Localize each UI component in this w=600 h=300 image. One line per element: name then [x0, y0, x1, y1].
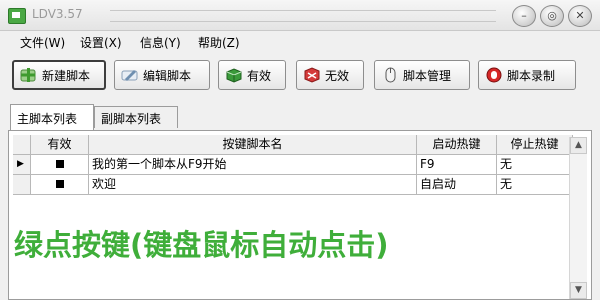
- new-script-label: 新建脚本: [42, 68, 91, 83]
- new-script-icon: [20, 67, 38, 83]
- edit-script-label: 编辑脚本: [143, 68, 192, 83]
- enabled-cell[interactable]: [31, 155, 89, 175]
- menu-help[interactable]: 帮助(Z): [198, 34, 240, 51]
- menu-settings[interactable]: 设置(X): [80, 34, 122, 51]
- menu-bar: 文件(W) 设置(X) 信息(Y) 帮助(Z): [0, 31, 600, 52]
- script-name-cell[interactable]: 我的第一个脚本从F9开始: [89, 155, 417, 175]
- menu-file[interactable]: 文件(W): [20, 34, 65, 51]
- col-start-hotkey-header[interactable]: 启动热键: [417, 135, 497, 155]
- start-hotkey-cell[interactable]: F9: [417, 155, 497, 175]
- script-record-label: 脚本录制: [507, 68, 556, 83]
- title-bar-grip: [110, 10, 496, 22]
- script-manage-button[interactable]: 脚本管理: [374, 60, 470, 90]
- mouse-icon: [381, 67, 399, 83]
- edit-script-button[interactable]: 编辑脚本: [114, 60, 210, 90]
- disable-icon: [303, 67, 321, 83]
- stop-hotkey-cell[interactable]: 无: [497, 155, 573, 175]
- window-title: LDV3.57: [32, 7, 83, 21]
- script-manage-label: 脚本管理: [403, 68, 452, 83]
- toolbar: 新建脚本 编辑脚本 有效 无效 脚本管理 脚本录制: [0, 52, 600, 104]
- tab-sub-scripts[interactable]: 副脚本列表: [94, 106, 178, 128]
- vertical-scrollbar[interactable]: ▲ ▼: [569, 137, 587, 299]
- row-indicator-header: [13, 135, 31, 155]
- enable-label: 有效: [247, 68, 272, 83]
- table-row[interactable]: 欢迎 自启动无: [13, 175, 573, 195]
- enabled-cell[interactable]: [31, 175, 89, 195]
- close-button[interactable]: ✕: [568, 5, 592, 27]
- menu-info[interactable]: 信息(Y): [140, 34, 181, 51]
- enable-icon: [225, 67, 243, 83]
- scroll-down-icon[interactable]: ▼: [570, 282, 587, 299]
- start-hotkey-cell[interactable]: 自启动: [417, 175, 497, 195]
- enabled-marker-icon: [55, 180, 64, 188]
- new-script-button[interactable]: 新建脚本: [12, 60, 106, 90]
- enabled-marker-icon: [55, 160, 64, 168]
- row-indicator[interactable]: [13, 175, 31, 195]
- table-header: 有效 按键脚本名 启动热键 停止热键: [13, 135, 573, 155]
- enable-button[interactable]: 有效: [218, 60, 286, 90]
- col-stop-hotkey-header[interactable]: 停止热键: [497, 135, 573, 155]
- table-row[interactable]: ▶ 我的第一个脚本从F9开始 F9 无: [13, 155, 573, 175]
- minimize-button[interactable]: –: [512, 5, 536, 27]
- stop-hotkey-cell[interactable]: 无: [497, 175, 573, 195]
- scroll-up-icon[interactable]: ▲: [570, 137, 587, 154]
- app-icon: [8, 8, 26, 24]
- restore-button[interactable]: ◎: [540, 5, 564, 27]
- disable-button[interactable]: 无效: [296, 60, 364, 90]
- disable-label: 无效: [325, 68, 350, 83]
- title-bar[interactable]: LDV3.57 – ◎ ✕: [0, 0, 600, 31]
- col-name-header[interactable]: 按键脚本名: [89, 135, 417, 155]
- row-indicator[interactable]: ▶: [13, 155, 31, 175]
- script-record-button[interactable]: 脚本录制: [478, 60, 576, 90]
- record-icon: [485, 67, 503, 83]
- edit-script-icon: [121, 67, 139, 83]
- script-list-panel: 有效 按键脚本名 启动热键 停止热键 ▶ 我的第一个脚本从F9开始 F9 无欢迎 自启动…: [8, 130, 592, 300]
- script-name-cell[interactable]: 欢迎: [89, 175, 417, 195]
- col-enabled-header[interactable]: 有效: [31, 135, 89, 155]
- script-tabs: 主脚本列表 副脚本列表 有效 按键脚本名 启动热键 停止热键 ▶ 我的第一个脚本从…: [0, 104, 600, 300]
- tab-main-scripts[interactable]: 主脚本列表: [10, 104, 94, 130]
- caption-watermark: 绿点按键(键盘鼠标自动点击): [14, 228, 389, 262]
